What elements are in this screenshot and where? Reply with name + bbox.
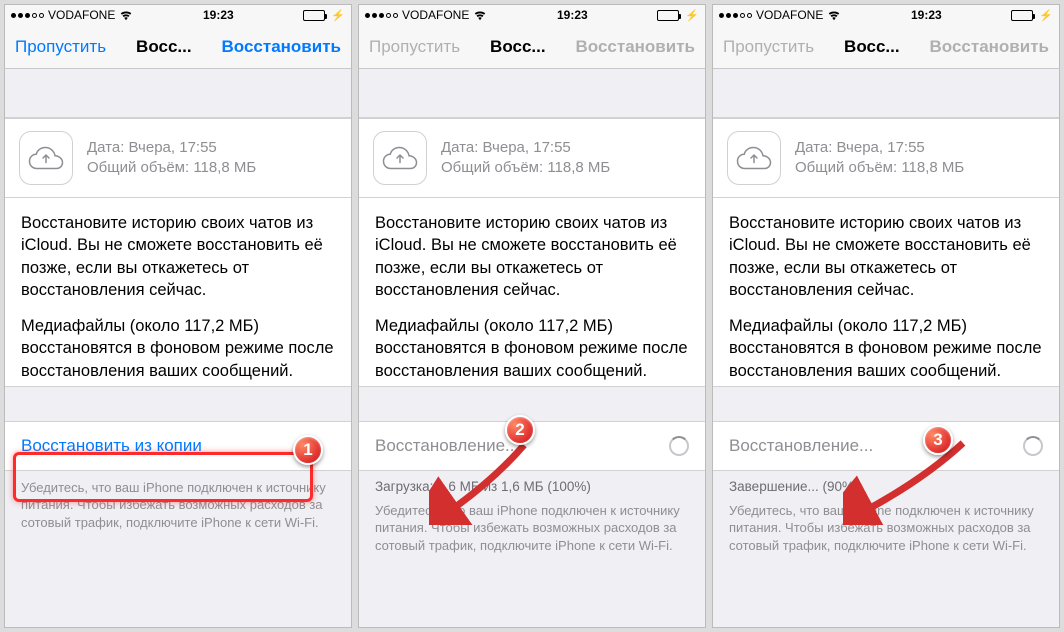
charging-icon: ⚡ [1039,9,1053,22]
status-bar: VODAFONE 19:23 ⚡ [5,5,351,25]
nav-title: Восс... [844,37,900,57]
description-text: Восстановите историю своих чатов из iClo… [5,198,351,386]
carrier-label: VODAFONE [402,8,469,22]
carrier-label: VODAFONE [48,8,115,22]
phone-screen-1: VODAFONE 19:23 ⚡ Пропустить Восс... Восс… [4,4,352,628]
wifi-icon [473,9,487,21]
phone-screen-2: VODAFONE 19:23 ⚡ Пропустить Восс... Восс… [358,4,706,628]
backup-info-card: Дата: Вчера, 17:55 Общий объём: 118,8 МБ [5,118,351,198]
nav-title: Восс... [490,37,546,57]
finishing-progress: Завершение... (90%) [713,471,1059,494]
backup-date: Дата: Вчера, 17:55 [795,138,964,158]
footer-note: Убедитесь, что ваш iPhone подключен к ис… [359,494,705,555]
spinner-icon [669,436,689,456]
backup-date: Дата: Вчера, 17:55 [87,138,256,158]
restore-from-copy-button[interactable]: Восстановить из копии [5,421,351,471]
signal-icon [11,13,44,18]
loading-progress: Загрузка: 1,6 МБ из 1,6 МБ (100%) [359,471,705,494]
restore-button: Восстановить [576,37,695,57]
icloud-restore-icon [19,131,73,185]
backup-info-card: Дата: Вчера, 17:55 Общий объём: 118,8 МБ [359,118,705,198]
battery-icon [1011,10,1033,21]
signal-icon [365,13,398,18]
status-bar: VODAFONE 19:23 ⚡ [359,5,705,25]
footer-note: Убедитесь, что ваш iPhone подключен к ис… [713,494,1059,555]
skip-button: Пропустить [723,37,814,57]
battery-icon [657,10,679,21]
backup-size: Общий объём: 118,8 МБ [441,158,610,178]
battery-icon [303,10,325,21]
spinner-icon [1023,436,1043,456]
nav-title: Восс... [136,37,192,57]
nav-bar: Пропустить Восс... Восстановить [359,25,705,69]
charging-icon: ⚡ [685,9,699,22]
restore-button: Восстановить [930,37,1049,57]
carrier-label: VODAFONE [756,8,823,22]
backup-info-card: Дата: Вчера, 17:55 Общий объём: 118,8 МБ [713,118,1059,198]
restore-button[interactable]: Восстановить [222,37,341,57]
icloud-restore-icon [373,131,427,185]
charging-icon: ⚡ [331,9,345,22]
backup-size: Общий объём: 118,8 МБ [87,158,256,178]
backup-size: Общий объём: 118,8 МБ [795,158,964,178]
clock: 19:23 [203,8,234,22]
nav-bar: Пропустить Восс... Восстановить [713,25,1059,69]
footer-note: Убедитесь, что ваш iPhone подключен к ис… [5,471,351,532]
skip-button: Пропустить [369,37,460,57]
skip-button[interactable]: Пропустить [15,37,106,57]
nav-bar: Пропустить Восс... Восстановить [5,25,351,69]
status-bar: VODAFONE 19:23 ⚡ [713,5,1059,25]
wifi-icon [119,9,133,21]
description-text: Восстановите историю своих чатов из iClo… [359,198,705,386]
icloud-restore-icon [727,131,781,185]
phone-screen-3: VODAFONE 19:23 ⚡ Пропустить Восс... Восс… [712,4,1060,628]
description-text: Восстановите историю своих чатов из iClo… [713,198,1059,386]
restoring-row: Восстановление... [713,421,1059,471]
backup-date: Дата: Вчера, 17:55 [441,138,610,158]
signal-icon [719,13,752,18]
restoring-row: Восстановление... [359,421,705,471]
clock: 19:23 [557,8,588,22]
clock: 19:23 [911,8,942,22]
wifi-icon [827,9,841,21]
